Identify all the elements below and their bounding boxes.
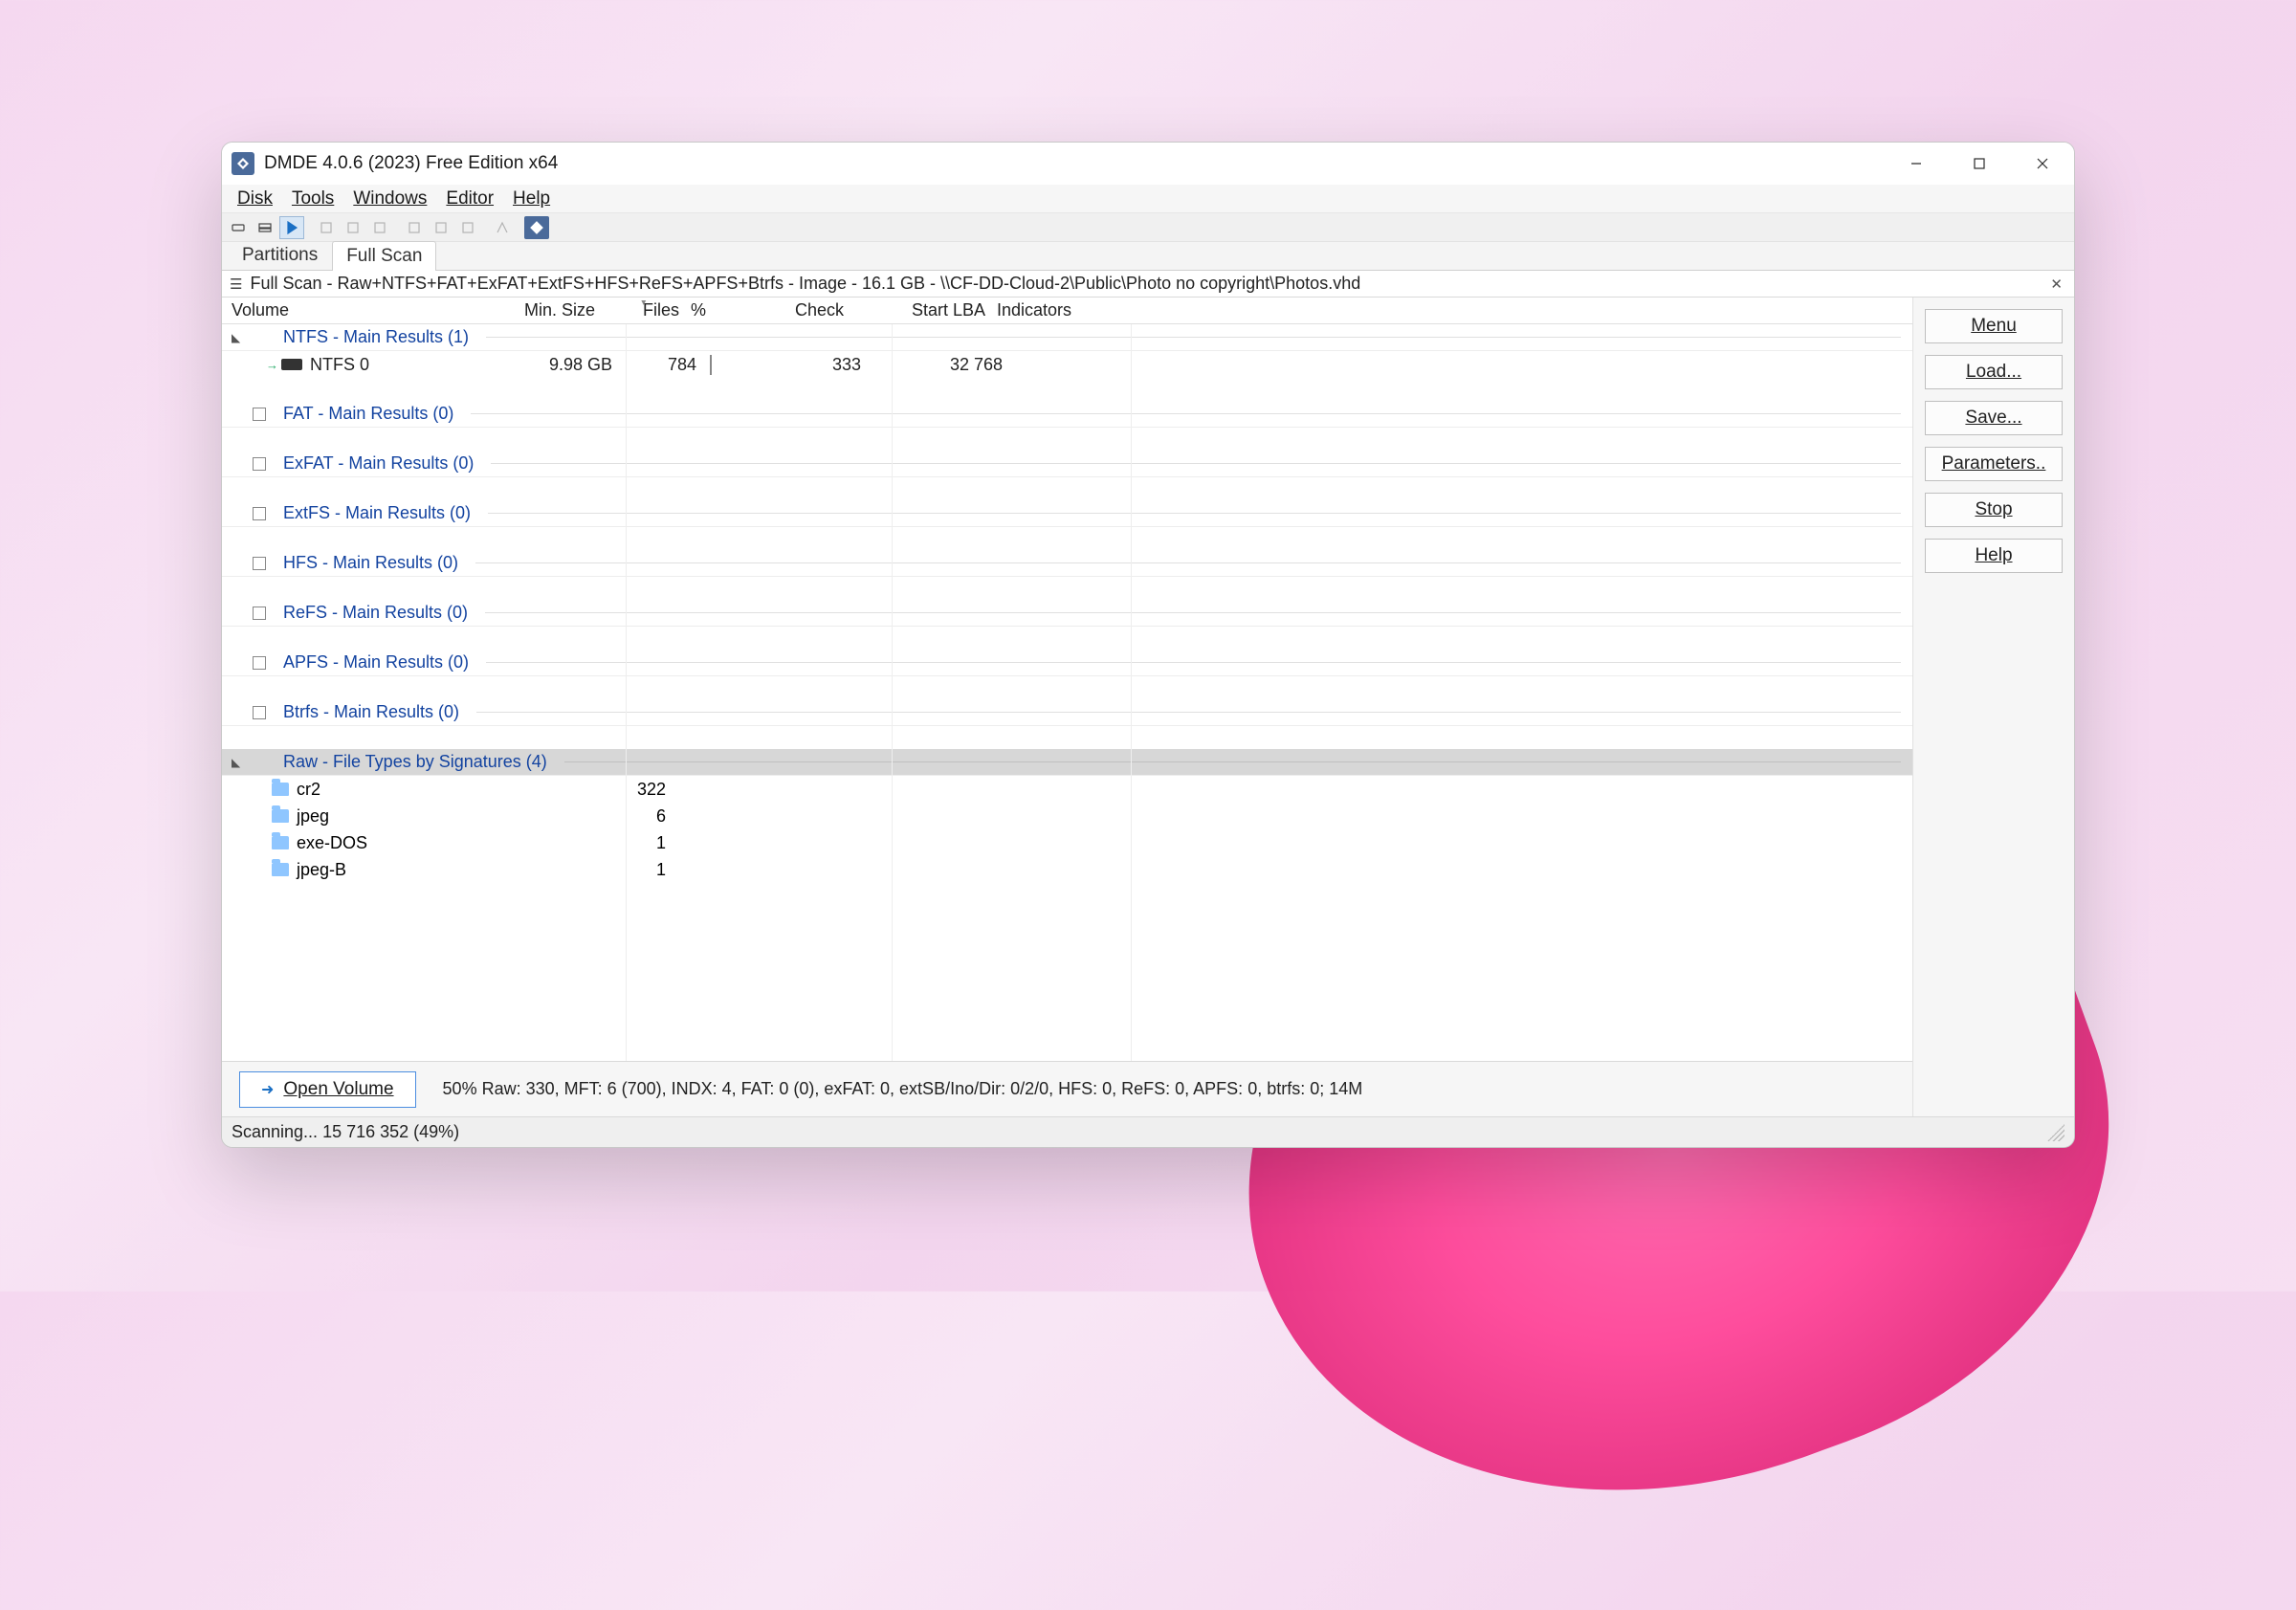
titlebar[interactable]: DMDE 4.0.6 (2023) Free Edition x64 [222,143,2074,185]
folder-icon [272,863,289,876]
section-ntfs[interactable]: ◣ NTFS - Main Results (1) [222,324,1912,351]
col-check[interactable]: Check [754,300,859,320]
col-minsize[interactable]: Min. Size [490,300,614,320]
section-extfs[interactable]: ExtFS - Main Results (0) [222,500,1912,527]
raw-item-row[interactable]: jpeg-B1 [222,856,1912,883]
open-volume-label: Open Volume [283,1079,393,1099]
menu-editor[interactable]: Editor [436,186,503,212]
raw-item-files: 1 [601,860,673,880]
toolbar-btn-5[interactable] [341,216,365,239]
resize-grip[interactable] [2047,1124,2064,1141]
side-params-button[interactable]: Parameters.. [1925,447,2063,481]
menubar: Disk Tools Windows Editor Help [222,185,2074,213]
window-title: DMDE 4.0.6 (2023) Free Edition x64 [264,153,558,174]
section-refs[interactable]: ReFS - Main Results (0) [222,600,1912,627]
checkbox[interactable] [253,557,266,570]
checkbox[interactable] [253,656,266,670]
checkbox[interactable] [253,507,266,520]
toolbar-btn-1[interactable] [226,216,251,239]
results-tree: Volume Min. Size ▾Files % Check Start LB… [222,298,1913,1116]
section-raw[interactable]: ◣ Raw - File Types by Signatures (4) [222,749,1912,776]
maximize-button[interactable] [1948,143,2011,185]
hamburger-icon[interactable]: ☰ [230,276,242,293]
toolbar-btn-end[interactable] [524,216,549,239]
scan-header-text: Full Scan - Raw+NTFS+FAT+ExFAT+ExtFS+HFS… [250,274,1360,294]
raw-item-name: jpeg-B [297,860,601,880]
expander-icon[interactable]: ◣ [232,331,247,344]
toolbar-btn-2[interactable] [253,216,277,239]
raw-item-files: 1 [601,833,673,853]
column-headers[interactable]: Volume Min. Size ▾Files % Check Start LB… [222,298,1912,324]
menu-help[interactable]: Help [503,186,560,212]
section-btrfs[interactable]: Btrfs - Main Results (0) [222,699,1912,726]
section-hfs[interactable]: HFS - Main Results (0) [222,550,1912,577]
toolbar-btn-4[interactable] [314,216,339,239]
raw-item-row[interactable]: cr2322 [222,776,1912,803]
close-button[interactable] [2011,143,2074,185]
raw-item-name: cr2 [297,780,601,800]
sort-indicator-icon: ▾ [641,300,647,308]
section-apfs[interactable]: APFS - Main Results (0) [222,650,1912,676]
toolbar-btn-9[interactable] [455,216,480,239]
raw-item-row[interactable]: jpeg6 [222,803,1912,829]
col-indicators[interactable]: Indicators [993,300,1127,320]
menu-disk[interactable]: Disk [228,186,282,212]
checkbox[interactable] [253,607,266,620]
arrow-icon: → [266,358,281,372]
col-volume[interactable]: Volume [232,300,490,320]
ntfs-volume-row[interactable]: → NTFS 0 9.98 GB 784 333 32 768 [222,351,1912,378]
statusbar: Scanning... 15 716 352 (49%) [222,1116,2074,1147]
toolbar-btn-7[interactable] [402,216,427,239]
side-save-button[interactable]: Save... [1925,401,2063,435]
col-startlba[interactable]: Start LBA [859,300,993,320]
tab-fullscan[interactable]: Full Scan [332,241,436,271]
arrow-icon: ➜ [261,1080,274,1099]
minimize-button[interactable] [1885,143,1948,185]
folder-icon [272,836,289,849]
col-files[interactable]: ▾Files [614,300,687,320]
side-menu-button[interactable]: Menu [1925,309,2063,343]
app-icon [232,152,254,175]
toolbar [222,213,2074,242]
toolbar-btn-play[interactable] [279,216,304,239]
side-load-button[interactable]: Load... [1925,355,2063,389]
drive-icon [281,359,302,370]
open-volume-button[interactable]: ➜ Open Volume [239,1071,416,1108]
status-text: Scanning... 15 716 352 (49%) [232,1122,459,1142]
close-icon[interactable]: ✕ [2046,276,2066,293]
section-fat[interactable]: FAT - Main Results (0) [222,401,1912,428]
raw-item-name: jpeg [297,806,601,827]
tab-bar: Partitions Full Scan [222,242,2074,271]
checkbox[interactable] [253,457,266,471]
tab-partitions[interactable]: Partitions [228,240,332,270]
raw-item-files: 6 [601,806,673,827]
progress-bar [710,355,712,375]
expander-icon[interactable]: ◣ [232,756,247,769]
app-window: DMDE 4.0.6 (2023) Free Edition x64 Disk … [221,142,2075,1148]
folder-icon [272,809,289,823]
action-bar: ➜ Open Volume 50% Raw: 330, MFT: 6 (700)… [222,1061,1912,1116]
raw-item-name: exe-DOS [297,833,601,853]
toolbar-btn-10[interactable] [490,216,515,239]
side-panel: Menu Load... Save... Parameters.. Stop H… [1913,298,2074,1116]
raw-item-row[interactable]: exe-DOS1 [222,829,1912,856]
section-exfat[interactable]: ExFAT - Main Results (0) [222,451,1912,477]
scan-stats: 50% Raw: 330, MFT: 6 (700), INDX: 4, FAT… [443,1079,1363,1099]
menu-windows[interactable]: Windows [343,186,436,212]
tree-body[interactable]: ◣ NTFS - Main Results (1) → NTFS 0 9.98 … [222,324,1912,1061]
raw-item-files: 322 [601,780,673,800]
checkbox[interactable] [253,706,266,719]
col-percent[interactable]: % [687,300,754,320]
menu-tools[interactable]: Tools [282,186,343,212]
toolbar-btn-6[interactable] [367,216,392,239]
side-help-button[interactable]: Help [1925,539,2063,573]
side-stop-button[interactable]: Stop [1925,493,2063,527]
checkbox[interactable] [253,408,266,421]
scan-header: ☰ Full Scan - Raw+NTFS+FAT+ExFAT+ExtFS+H… [222,271,2074,298]
toolbar-btn-8[interactable] [429,216,453,239]
folder-icon [272,783,289,796]
